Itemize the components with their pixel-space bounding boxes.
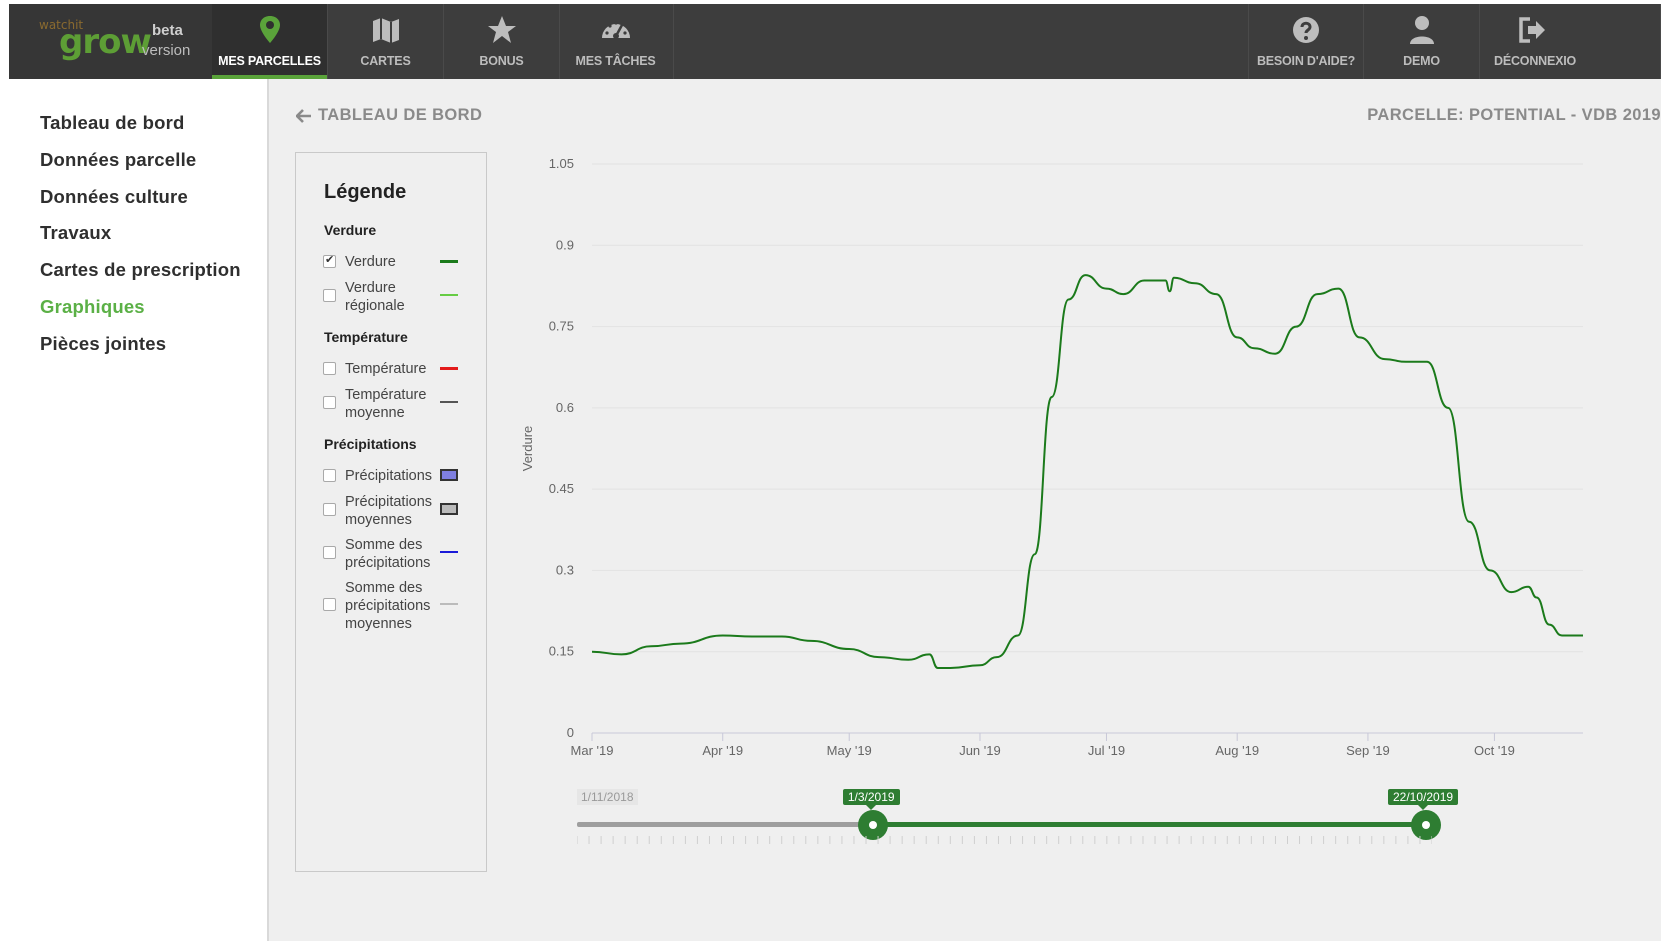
- logo-grow-text: grow: [59, 22, 152, 62]
- legend-swatch: [440, 603, 458, 605]
- checkbox[interactable]: [323, 546, 336, 559]
- nav-mes-taches[interactable]: MES TÂCHES: [558, 4, 674, 79]
- nav-label: DÉCONNEXIO: [1494, 54, 1577, 68]
- legend-swatch: [440, 294, 458, 296]
- slider-ticks: [577, 836, 1432, 844]
- sidebar-item-travaux[interactable]: Travaux: [40, 222, 111, 244]
- y-tick-label: 0.3: [556, 562, 574, 577]
- main-content: TABLEAU DE BORD PARCELLE: POTENTIAL - VD…: [269, 79, 1661, 941]
- nav-label: MES PARCELLES: [218, 54, 321, 68]
- checkbox[interactable]: [323, 469, 336, 482]
- legend-panel: Légende Verdure Verdure Verdure régional…: [295, 152, 487, 872]
- legend-item-label: Verdure: [345, 254, 396, 270]
- checkbox[interactable]: [323, 503, 336, 516]
- range-to-label: 22/10/2019: [1388, 789, 1459, 810]
- legend-swatch: [440, 401, 458, 403]
- arrow-left-icon: [296, 108, 311, 123]
- legend-item-label: Verdure régionale: [345, 280, 405, 314]
- sidebar-item-cartes-de-prescription[interactable]: Cartes de prescription: [40, 259, 241, 281]
- legend-swatch: [440, 469, 458, 481]
- y-axis-label: Verdure: [520, 426, 535, 472]
- nav-besoin-aide[interactable]: BESOIN D'AIDE?: [1248, 4, 1364, 79]
- sidebar-item-donnees-culture[interactable]: Données culture: [40, 186, 188, 208]
- map-icon: [372, 18, 399, 43]
- x-tick-label: May '19: [827, 743, 872, 758]
- checkbox[interactable]: [323, 396, 336, 409]
- legend-swatch: [440, 260, 458, 263]
- nav-label: CARTES: [360, 54, 411, 68]
- map-pin-icon: [259, 16, 280, 43]
- legend-swatch: [440, 367, 458, 370]
- range-start-label: 1/11/2018: [577, 789, 638, 805]
- nav-cartes[interactable]: CARTES: [328, 4, 444, 79]
- legend-group-temperature: Température: [324, 329, 408, 345]
- dashboard-icon: [601, 21, 630, 39]
- x-tick-label: Oct '19: [1474, 743, 1515, 758]
- date-range-slider[interactable]: 1/11/2018 1/3/2019 22/10/2019: [569, 785, 1459, 855]
- y-tick-label: 0.75: [549, 319, 574, 334]
- sidebar-item-donnees-parcelle[interactable]: Données parcelle: [40, 149, 196, 171]
- y-tick-label: 0: [567, 725, 574, 740]
- legend-swatch: [440, 503, 458, 515]
- x-tick-label: Sep '19: [1346, 743, 1390, 758]
- beta-label: beta: [152, 22, 183, 39]
- y-tick-label: 0.15: [549, 644, 574, 659]
- x-tick-label: Mar '19: [571, 743, 614, 758]
- legend-item-label: Température moyenne: [345, 387, 427, 421]
- range-from-label: 1/3/2019: [842, 789, 900, 810]
- logo[interactable]: watchit grow beta version: [9, 4, 222, 79]
- y-tick-label: 0.9: [556, 237, 574, 252]
- legend-item-label: Précipitations moyennes: [345, 494, 433, 528]
- legend-item-label: Précipitations: [345, 468, 433, 484]
- nav-label: DEMO: [1403, 54, 1440, 68]
- slider-selected-range: [872, 822, 1426, 827]
- legend-item-label: Somme des précipitations: [345, 537, 431, 571]
- y-tick-label: 0.45: [549, 481, 574, 496]
- x-tick-label: Jul '19: [1088, 743, 1125, 758]
- back-link[interactable]: TABLEAU DE BORD: [296, 106, 482, 125]
- logout-icon: [1519, 17, 1545, 43]
- series-line-verdure: [591, 274, 1583, 669]
- nav-deconnexion[interactable]: DÉCONNEXIO: [1480, 4, 1661, 79]
- nav-mes-parcelles[interactable]: MES PARCELLES: [212, 4, 328, 79]
- legend-swatch: [440, 551, 458, 553]
- question-circle-icon: [1293, 17, 1319, 43]
- x-tick-label: Aug '19: [1215, 743, 1259, 758]
- y-tick-label: 1.05: [549, 156, 574, 171]
- user-icon: [1409, 16, 1434, 44]
- nav-demo[interactable]: DEMO: [1364, 4, 1480, 79]
- x-tick-label: Apr '19: [702, 743, 743, 758]
- nav-label: MES TÂCHES: [575, 54, 656, 68]
- sidebar-item-graphiques[interactable]: Graphiques: [40, 296, 145, 318]
- checkbox[interactable]: [323, 362, 336, 375]
- x-tick-label: Jun '19: [959, 743, 1001, 758]
- top-navbar: watchit grow beta version MES PARCELLES …: [9, 4, 1661, 79]
- y-tick-label: 0.6: [556, 400, 574, 415]
- legend-group-verdure: Verdure: [324, 222, 377, 238]
- legend-title: Légende: [324, 181, 407, 203]
- legend-item-label: Température: [345, 361, 427, 377]
- nav-bonus[interactable]: BONUS: [444, 4, 560, 79]
- legend-item-label: Somme des précipitations moyennes: [345, 580, 431, 632]
- verdure-chart[interactable]: 0 0.15 0.3 0.45 0.6 0.75 0.9 1.05 Mar '19 Apr '19…: [514, 149, 1661, 759]
- nav-label: BONUS: [479, 54, 524, 68]
- legend-group-precipitations: Précipitations: [324, 436, 417, 452]
- nav-label: BESOIN D'AIDE?: [1256, 54, 1356, 68]
- star-icon: [487, 16, 516, 43]
- checkbox[interactable]: [323, 289, 336, 302]
- sidebar-item-tableau-de-bord[interactable]: Tableau de bord: [40, 112, 185, 134]
- sidebar: Tableau de bord Données parcelle Données…: [9, 79, 269, 941]
- chart-svg: 0 0.15 0.3 0.45 0.6 0.75 0.9 1.05 Mar '19 Apr '19…: [520, 156, 1583, 758]
- checkbox[interactable]: [323, 253, 336, 268]
- version-label: version: [142, 42, 191, 59]
- checkbox[interactable]: [323, 598, 336, 611]
- back-link-label: TABLEAU DE BORD: [318, 106, 483, 124]
- sidebar-item-pieces-jointes[interactable]: Pièces jointes: [40, 333, 166, 355]
- parcel-title: PARCELLE: POTENTIAL - VDB 2019: [1367, 106, 1661, 124]
